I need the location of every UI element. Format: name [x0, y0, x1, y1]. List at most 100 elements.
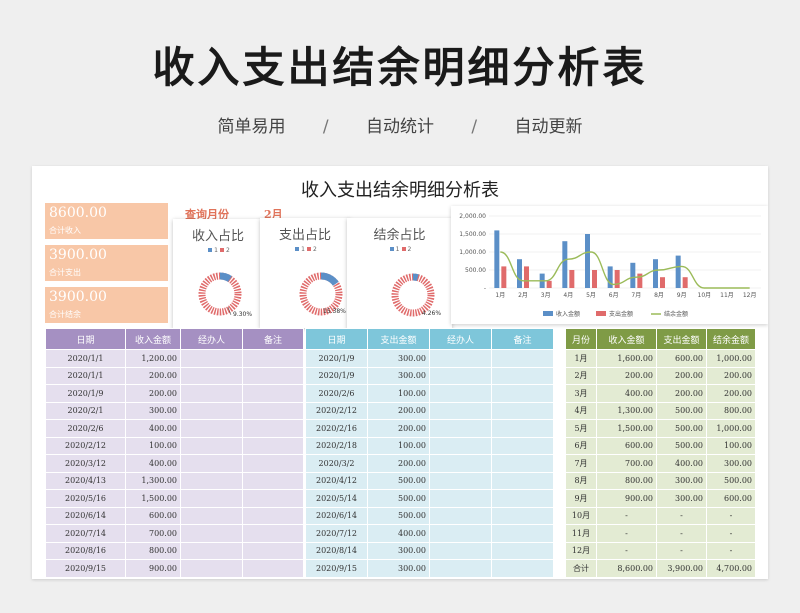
table-cell[interactable] — [242, 506, 304, 525]
table-cell[interactable]: 300.00 — [367, 559, 430, 578]
table-cell[interactable]: 9月 — [565, 489, 597, 508]
table-row[interactable]: 10月 - - - — [565, 506, 756, 525]
table-cell[interactable]: 2020/9/15 — [305, 559, 368, 578]
table-cell[interactable]: 2020/1/1 — [45, 349, 126, 368]
table-row[interactable]: 2020/2/1 300.00 — [45, 401, 304, 420]
col-header[interactable]: 备注 — [491, 328, 554, 350]
table-cell[interactable]: 12月 — [565, 541, 597, 560]
table-cell[interactable] — [180, 506, 243, 525]
table-row[interactable]: 3月 400.00 200.00 200.00 — [565, 384, 756, 403]
table-row[interactable]: 2020/2/12 100.00 — [45, 436, 304, 455]
table-row[interactable]: 2020/2/16 200.00 — [305, 419, 554, 438]
table-row[interactable]: 2020/1/9 200.00 — [45, 384, 304, 403]
table-cell[interactable]: 2020/2/16 — [305, 419, 368, 438]
table-cell[interactable] — [491, 436, 554, 455]
table-cell[interactable] — [491, 471, 554, 490]
table-cell[interactable] — [242, 349, 304, 368]
table-cell[interactable]: 300.00 — [367, 541, 430, 560]
table-cell[interactable] — [180, 489, 243, 508]
col-header[interactable]: 支出金额 — [367, 328, 430, 350]
col-header[interactable]: 支出金额 — [656, 328, 707, 350]
table-cell[interactable]: 200.00 — [367, 401, 430, 420]
table-cell[interactable]: 8,600.00 — [596, 559, 657, 578]
table-cell[interactable] — [491, 506, 554, 525]
table-row[interactable]: 2020/4/13 1,300.00 — [45, 471, 304, 490]
table-cell[interactable]: 2020/7/14 — [45, 524, 126, 543]
col-header[interactable]: 经办人 — [180, 328, 243, 350]
kpi-total-income[interactable]: 8600.00 合计收入 — [45, 203, 168, 239]
table-cell[interactable]: 300.00 — [656, 471, 707, 490]
table-cell[interactable] — [180, 471, 243, 490]
table-cell[interactable]: 3,900.00 — [656, 559, 707, 578]
table-cell[interactable] — [491, 384, 554, 403]
table-row[interactable]: 5月 1,500.00 500.00 1,000.00 — [565, 419, 756, 438]
table-cell[interactable]: 1,300.00 — [125, 471, 181, 490]
table-cell[interactable]: 2020/1/1 — [45, 366, 126, 385]
table-row[interactable]: 2020/5/14 500.00 — [305, 489, 554, 508]
table-row[interactable]: 2020/3/12 400.00 — [45, 454, 304, 473]
table-cell[interactable]: 300.00 — [125, 401, 181, 420]
table-cell[interactable]: - — [596, 541, 657, 560]
table-cell[interactable]: 2020/3/12 — [45, 454, 126, 473]
table-cell[interactable]: 400.00 — [656, 454, 707, 473]
kpi-total-expense[interactable]: 3900.00 合计支出 — [45, 245, 168, 281]
table-row[interactable]: 2020/1/9 300.00 — [305, 349, 554, 368]
table-row[interactable]: 1月 1,600.00 600.00 1,000.00 — [565, 349, 756, 368]
table-cell[interactable]: 8月 — [565, 471, 597, 490]
table-cell[interactable]: - — [656, 506, 707, 525]
table-row[interactable]: 合计 8,600.00 3,900.00 4,700.00 — [565, 559, 756, 578]
table-cell[interactable]: 11月 — [565, 524, 597, 543]
table-cell[interactable]: - — [706, 524, 756, 543]
table-cell[interactable]: 4月 — [565, 401, 597, 420]
table-cell[interactable]: 2020/2/6 — [45, 419, 126, 438]
table-cell[interactable]: 300.00 — [367, 349, 430, 368]
table-cell[interactable]: 700.00 — [125, 524, 181, 543]
table-cell[interactable]: 400.00 — [367, 524, 430, 543]
col-header[interactable]: 备注 — [242, 328, 304, 350]
table-cell[interactable]: 1,000.00 — [706, 349, 756, 368]
table-cell[interactable] — [242, 471, 304, 490]
table-cell[interactable]: 2020/2/12 — [305, 401, 368, 420]
table-cell[interactable]: 500.00 — [656, 419, 707, 438]
table-cell[interactable]: - — [706, 541, 756, 560]
table-cell[interactable]: 800.00 — [125, 541, 181, 560]
table-cell[interactable]: 2020/6/14 — [45, 506, 126, 525]
table-row[interactable]: 2020/2/6 400.00 — [45, 419, 304, 438]
table-cell[interactable]: - — [656, 524, 707, 543]
table-cell[interactable]: 300.00 — [706, 454, 756, 473]
table-cell[interactable]: 500.00 — [367, 506, 430, 525]
table-cell[interactable] — [180, 366, 243, 385]
kpi-total-balance[interactable]: 3900.00 合计结余 — [45, 287, 168, 323]
table-row[interactable]: 2020/6/14 600.00 — [45, 506, 304, 525]
col-header[interactable]: 日期 — [45, 328, 126, 350]
col-header[interactable]: 收入金额 — [125, 328, 181, 350]
table-cell[interactable]: 2020/1/9 — [45, 384, 126, 403]
table-cell[interactable]: 200.00 — [656, 384, 707, 403]
table-row[interactable]: 2020/8/16 800.00 — [45, 541, 304, 560]
table-row[interactable]: 6月 600.00 500.00 100.00 — [565, 436, 756, 455]
table-cell[interactable] — [242, 401, 304, 420]
table-cell[interactable] — [180, 419, 243, 438]
table-row[interactable]: 2020/1/1 200.00 — [45, 366, 304, 385]
table-cell[interactable] — [242, 489, 304, 508]
table-cell[interactable]: 2020/5/14 — [305, 489, 368, 508]
table-cell[interactable]: 500.00 — [367, 471, 430, 490]
table-cell[interactable]: 1,200.00 — [125, 349, 181, 368]
table-row[interactable]: 2020/7/12 400.00 — [305, 524, 554, 543]
table-cell[interactable]: 200.00 — [706, 366, 756, 385]
table-cell[interactable]: 700.00 — [596, 454, 657, 473]
table-cell[interactable]: 2020/7/12 — [305, 524, 368, 543]
table-cell[interactable]: 400.00 — [125, 454, 181, 473]
table-cell[interactable]: 3月 — [565, 384, 597, 403]
table-row[interactable]: 2020/8/14 300.00 — [305, 541, 554, 560]
table-cell[interactable]: 1月 — [565, 349, 597, 368]
table-cell[interactable]: 2020/3/2 — [305, 454, 368, 473]
table-cell[interactable]: 600.00 — [596, 436, 657, 455]
table-cell[interactable] — [429, 401, 492, 420]
table-cell[interactable]: 500.00 — [656, 436, 707, 455]
table-cell[interactable]: - — [656, 541, 707, 560]
table-cell[interactable]: 4,700.00 — [706, 559, 756, 578]
table-cell[interactable]: 1,300.00 — [596, 401, 657, 420]
table-cell[interactable]: 600.00 — [656, 349, 707, 368]
table-cell[interactable]: 500.00 — [367, 489, 430, 508]
